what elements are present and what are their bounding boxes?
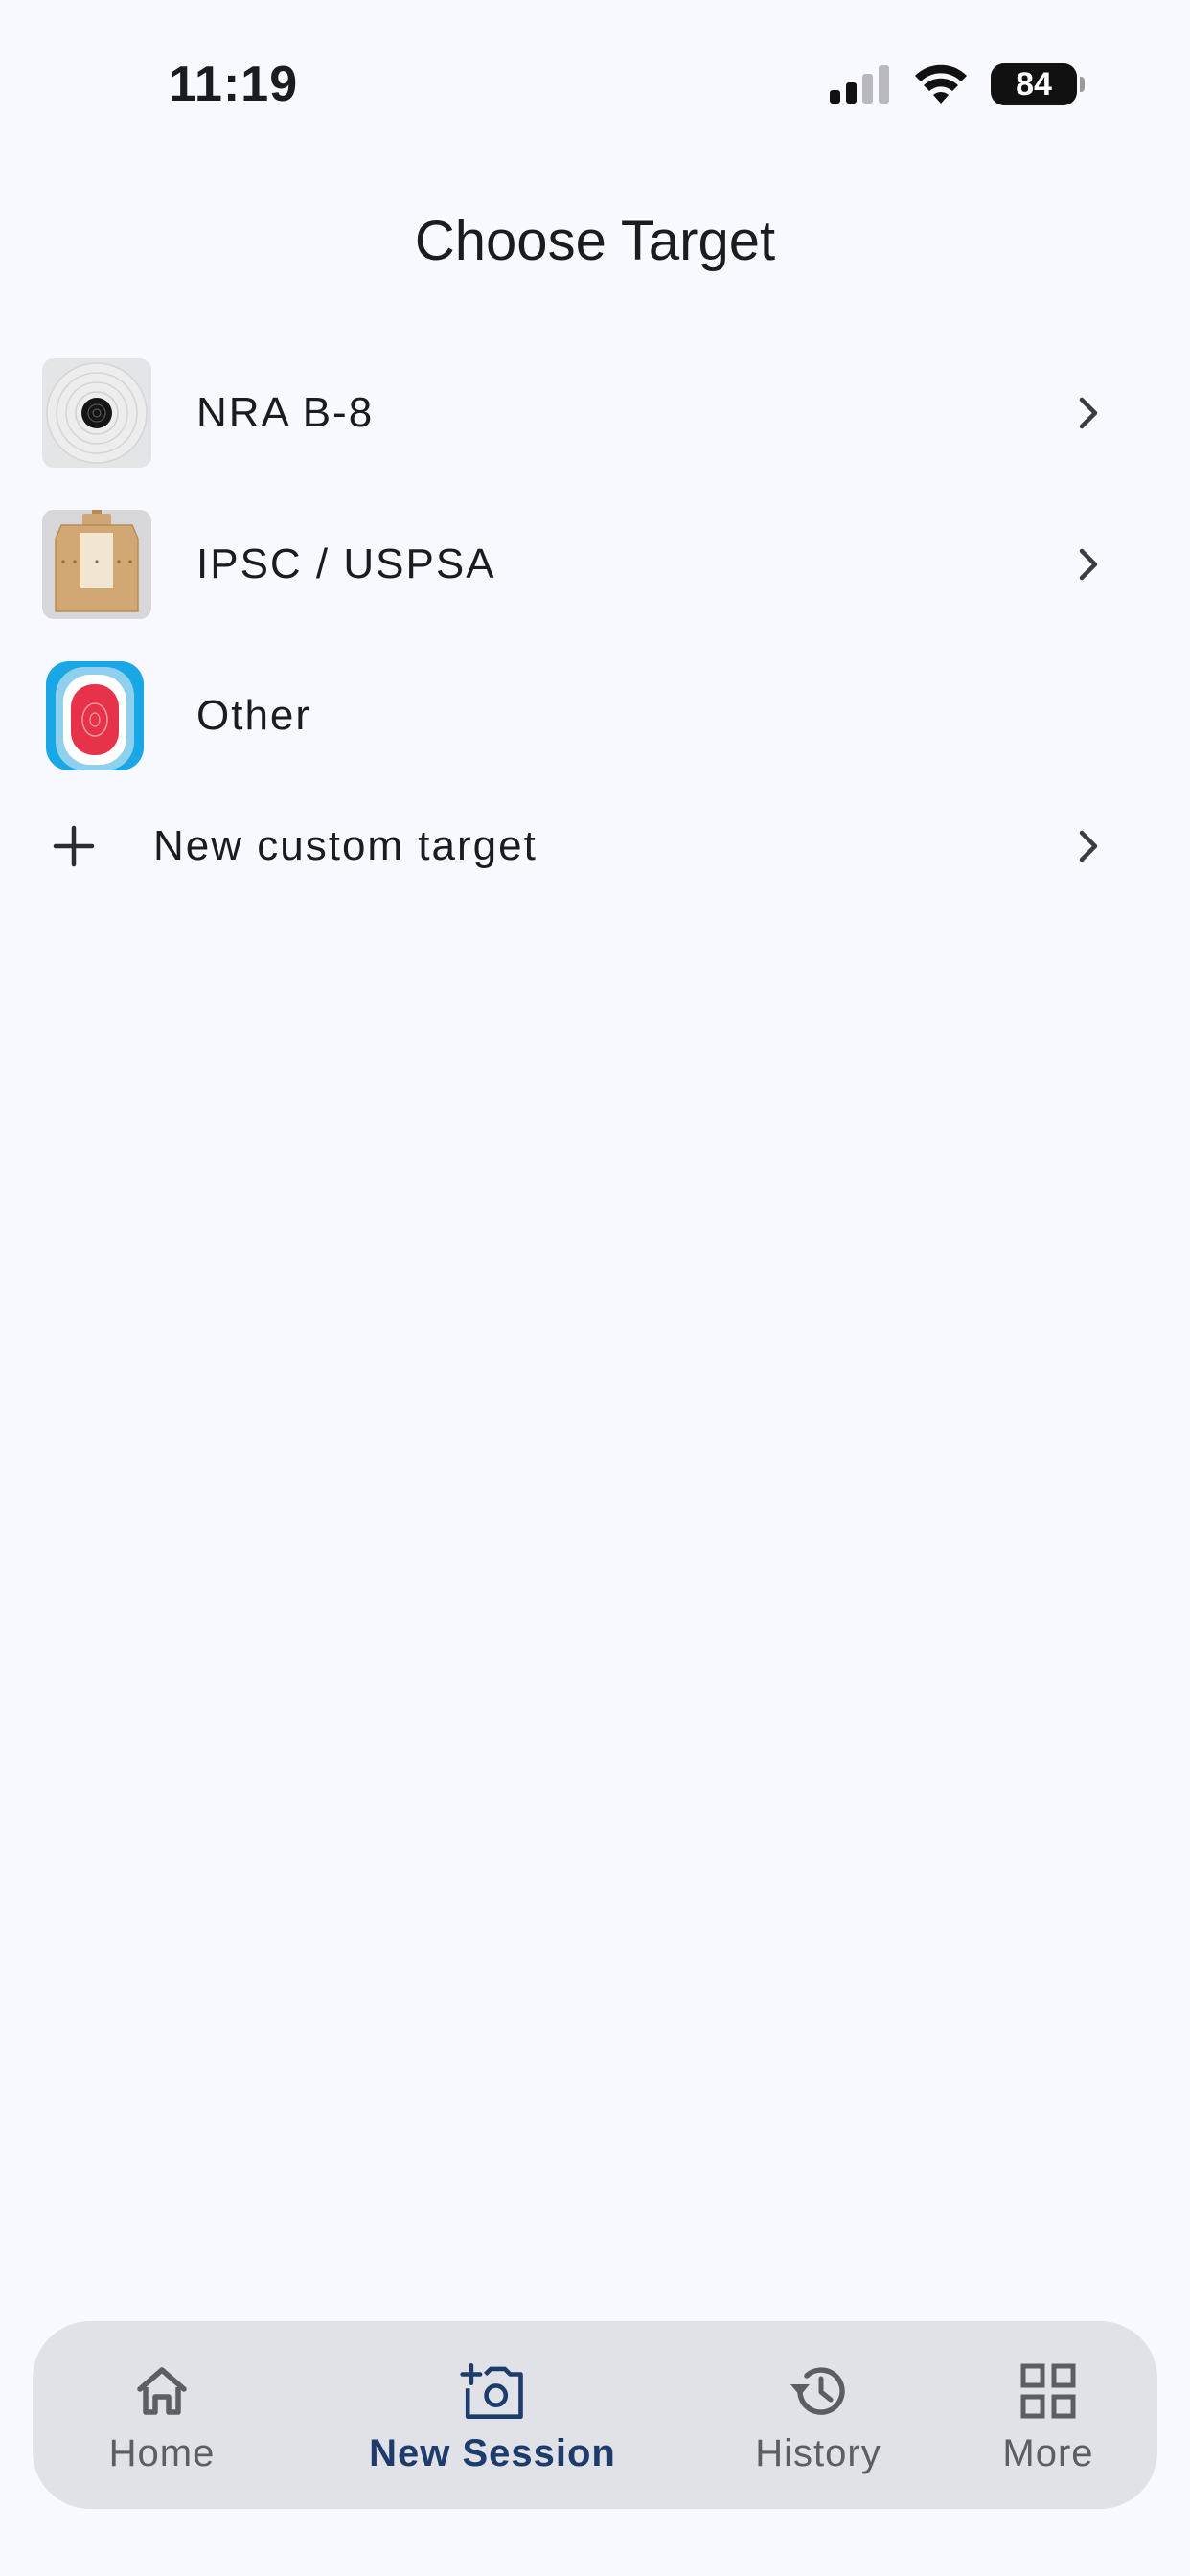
status-time: 11:19 xyxy=(169,57,299,112)
tab-home[interactable]: Home xyxy=(80,2321,243,2509)
tab-more[interactable]: More xyxy=(972,2321,1125,2509)
target-list: NRA B-8 IPSC / USPSA Other xyxy=(0,337,1190,792)
battery-icon: 84 xyxy=(991,63,1085,105)
tab-label: History xyxy=(755,2432,881,2474)
chevron-right-icon xyxy=(1069,394,1108,432)
tab-new-session[interactable]: New Session xyxy=(339,2321,646,2509)
bottom-tab-bar: Home New Session History More xyxy=(33,2321,1157,2509)
ipsc-uspsa-target-thumbnail xyxy=(42,510,151,619)
tab-label: New Session xyxy=(369,2432,616,2474)
chevron-right-icon xyxy=(1069,545,1108,584)
new-custom-target-label: New custom target xyxy=(153,822,538,869)
target-row-other[interactable]: Other xyxy=(0,640,1190,792)
target-label: Other xyxy=(196,692,312,739)
target-label: IPSC / USPSA xyxy=(196,540,496,587)
nra-b8-target-thumbnail xyxy=(42,358,151,468)
add-camera-icon xyxy=(459,2358,526,2425)
status-icons: 84 xyxy=(830,61,1085,107)
signal-icon xyxy=(830,65,889,104)
status-bar: 11:19 84 xyxy=(0,0,1190,153)
chevron-right-icon xyxy=(1069,827,1108,865)
target-row-ipsc-uspsa[interactable]: IPSC / USPSA xyxy=(0,489,1190,640)
target-row-nra-b8[interactable]: NRA B-8 xyxy=(0,337,1190,489)
page-title: Choose Target xyxy=(414,210,776,272)
other-target-thumbnail xyxy=(42,661,151,770)
wifi-icon xyxy=(915,64,967,104)
tab-label: Home xyxy=(108,2432,216,2474)
history-icon xyxy=(785,2358,852,2425)
battery-level: 84 xyxy=(1016,65,1052,103)
tab-label: More xyxy=(1002,2432,1094,2474)
home-icon xyxy=(128,2358,195,2425)
tab-history[interactable]: History xyxy=(722,2321,914,2509)
plus-icon xyxy=(50,822,98,870)
new-custom-target-row[interactable]: New custom target xyxy=(0,770,1190,922)
grid-icon xyxy=(1015,2358,1082,2425)
target-label: NRA B-8 xyxy=(196,389,375,436)
